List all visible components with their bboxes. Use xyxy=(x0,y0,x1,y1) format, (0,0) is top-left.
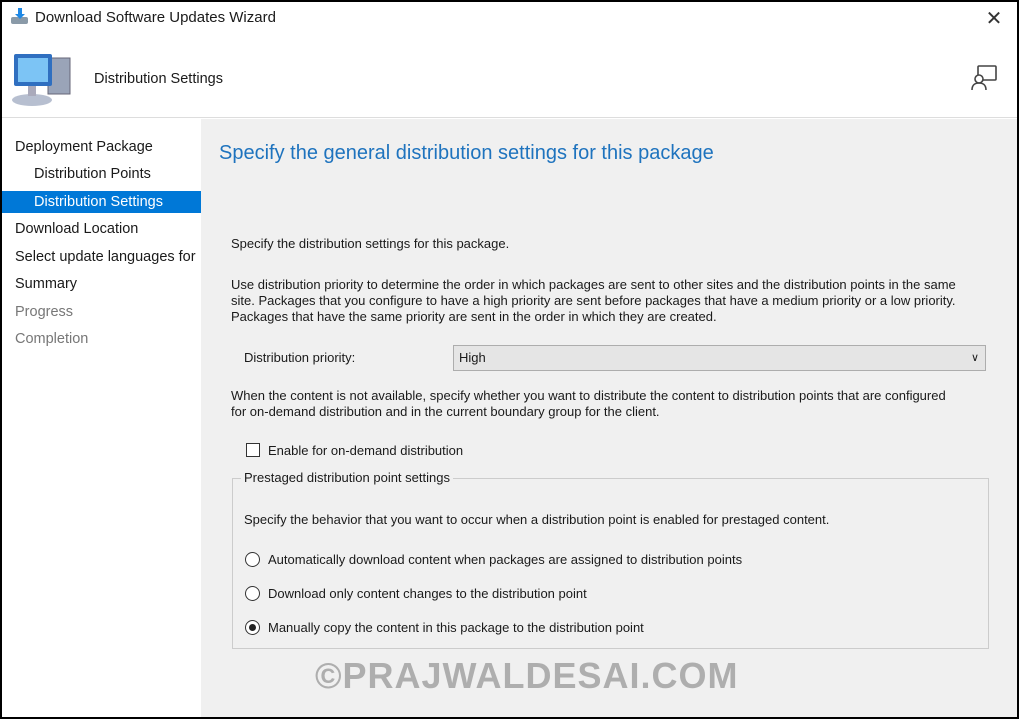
prestaged-group-label: Prestaged distribution point settings xyxy=(241,470,453,485)
priority-desc-3: Packages that have the same priority are… xyxy=(231,309,717,324)
nav-item-progress[interactable]: Progress xyxy=(2,301,201,323)
distribution-priority-select[interactable]: High ∨ xyxy=(453,345,986,371)
nav-item-completion[interactable]: Completion xyxy=(2,328,201,350)
nav-item-summary[interactable]: Summary xyxy=(2,273,201,295)
ondemand-checkbox[interactable] xyxy=(246,443,260,457)
close-button[interactable]: ✕ xyxy=(981,6,1007,32)
radio-content-changes[interactable] xyxy=(245,586,260,601)
chevron-down-icon: ∨ xyxy=(970,352,979,364)
radio-auto-download-label[interactable]: Automatically download content when pack… xyxy=(268,552,742,568)
wizard-window: Download Software Updates Wizard ✕ Distr… xyxy=(2,2,1017,717)
title-bar: Download Software Updates Wizard ✕ xyxy=(2,2,1017,36)
nav-item-distribution-points[interactable]: Distribution Points xyxy=(2,163,201,185)
download-icon xyxy=(11,8,28,24)
nav-item-select-update-languages-for[interactable]: Select update languages for xyxy=(2,246,201,268)
nav-item-download-location[interactable]: Download Location xyxy=(2,218,201,240)
wizard-header: Distribution Settings xyxy=(2,36,1017,118)
main-panel: Specify the general distribution setting… xyxy=(201,119,1017,717)
priority-desc-1: Use distribution priority to determine t… xyxy=(231,277,956,292)
intro-text: Specify the distribution settings for th… xyxy=(231,236,510,251)
watermark: ©PRAJWALDESAI.COM xyxy=(315,655,739,696)
priority-value: High xyxy=(459,350,486,365)
window-title: Download Software Updates Wizard xyxy=(35,9,276,26)
section-heading: Specify the general distribution setting… xyxy=(219,142,714,164)
radio-content-changes-label[interactable]: Download only content changes to the dis… xyxy=(268,586,587,602)
feedback-icon[interactable] xyxy=(969,64,999,92)
nav-item-distribution-settings[interactable]: Distribution Settings xyxy=(2,191,201,213)
computer-icon xyxy=(12,54,71,106)
radio-manual-copy-label[interactable]: Manually copy the content in this packag… xyxy=(268,620,644,636)
ondemand-checkbox-label[interactable]: Enable for on-demand distribution xyxy=(268,443,463,459)
nav-item-deployment-package[interactable]: Deployment Package xyxy=(2,136,201,158)
ondemand-desc-1: When the content is not available, speci… xyxy=(231,388,946,403)
prestaged-desc: Specify the behavior that you want to oc… xyxy=(244,512,830,527)
radio-manual-copy[interactable] xyxy=(245,620,260,635)
page-title: Distribution Settings xyxy=(94,71,223,87)
priority-desc-2: site. Packages that you configure to hav… xyxy=(231,293,956,308)
radio-auto-download[interactable] xyxy=(245,552,260,567)
priority-label: Distribution priority: xyxy=(244,350,356,365)
ondemand-desc-2: for on-demand distribution and in the cu… xyxy=(231,404,660,419)
wizard-nav: Deployment Package Distribution Points Dis… xyxy=(2,119,201,717)
